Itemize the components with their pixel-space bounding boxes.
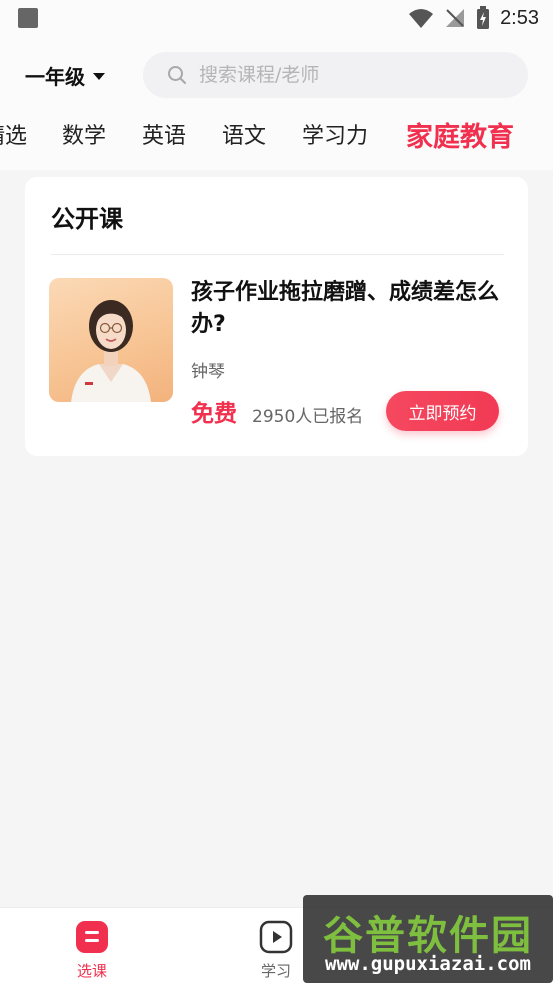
watermark-url: www.gupuxiazai.com [325, 953, 531, 975]
status-time: 2:53 [500, 6, 539, 29]
battery-charging-icon [477, 6, 490, 29]
nav-item-course-select[interactable]: 选课 [47, 908, 137, 983]
watermark-logo: 谷普软件园 www.gupuxiazai.com [303, 895, 553, 983]
no-signal-icon [446, 9, 465, 27]
price-label: 免费 [191, 401, 237, 427]
tab-english[interactable]: 英语 [142, 110, 186, 158]
caret-down-icon [93, 72, 105, 80]
status-icons: 2:53 [408, 4, 539, 32]
section-title: 公开课 [51, 205, 123, 233]
category-tabs: 精选 数学 英语 语文 学习力 家庭教育 [0, 110, 553, 158]
enroll-count: 2950人已报名 [252, 407, 364, 427]
wifi-icon [409, 9, 434, 28]
teacher-name: 钟琴 [191, 362, 225, 382]
search-box[interactable] [143, 52, 528, 98]
tab-learning-ability[interactable]: 学习力 [302, 110, 368, 158]
course-select-icon [76, 921, 108, 953]
tab-featured[interactable]: 精选 [0, 110, 27, 158]
course-title[interactable]: 孩子作业拖拉磨蹭、成绩差怎么办? [191, 277, 511, 341]
nav-label: 选课 [76, 962, 107, 980]
open-course-card: 公开课 孩子作业拖拉磨蹭、成绩差怎么办? 钟琴 免费 2950人已报名 立即预约 [25, 177, 528, 456]
search-icon [168, 66, 186, 84]
notification-icon [18, 8, 38, 28]
search-input[interactable] [199, 64, 499, 86]
teacher-photo[interactable] [49, 278, 173, 402]
tab-chinese[interactable]: 语文 [222, 110, 266, 158]
tab-math[interactable]: 数学 [62, 110, 106, 158]
tab-family-education[interactable]: 家庭教育 [406, 110, 514, 158]
teacher-portrait-icon [71, 300, 151, 402]
status-bar: 2:53 [0, 0, 553, 38]
grade-selector[interactable]: 一年级 [25, 58, 105, 92]
reserve-button[interactable]: 立即预约 [386, 391, 499, 431]
divider [51, 254, 504, 255]
play-icon [259, 920, 293, 954]
grade-label: 一年级 [25, 64, 85, 89]
